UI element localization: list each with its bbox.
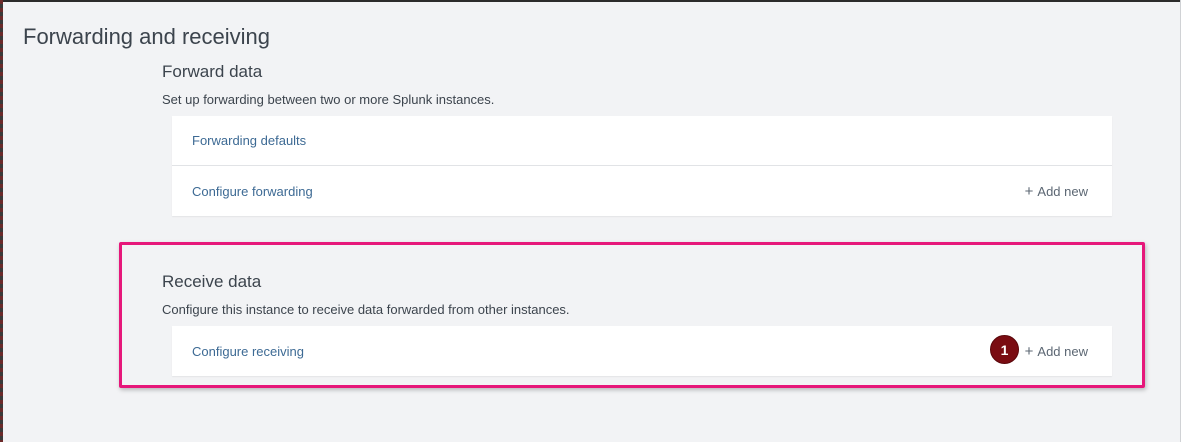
plus-icon: + bbox=[1024, 182, 1034, 200]
forward-data-title: Forward data bbox=[162, 62, 263, 81]
list-item-forwarding-defaults: Forwarding defaults bbox=[172, 116, 1112, 166]
add-new-label: Add new bbox=[1037, 183, 1088, 199]
forward-data-section: Forward data Set up forwarding between t… bbox=[162, 61, 1112, 109]
window-left-edge bbox=[0, 0, 3, 442]
forwarding-defaults-link[interactable]: Forwarding defaults bbox=[192, 133, 306, 148]
forwarding-add-new-button[interactable]: + Add new bbox=[1025, 184, 1088, 199]
step-number-badge: 1 bbox=[990, 335, 1019, 364]
list-item-configure-forwarding: Configure forwarding + Add new bbox=[172, 166, 1112, 216]
forward-data-card: Forwarding defaults Configure forwarding… bbox=[172, 116, 1112, 216]
forward-data-description: Set up forwarding between two or more Sp… bbox=[162, 92, 495, 107]
configure-forwarding-link[interactable]: Configure forwarding bbox=[192, 184, 313, 199]
window-top-border bbox=[0, 0, 1181, 2]
page-title: Forwarding and receiving bbox=[23, 24, 271, 49]
highlight-annotation-box bbox=[119, 242, 1145, 388]
